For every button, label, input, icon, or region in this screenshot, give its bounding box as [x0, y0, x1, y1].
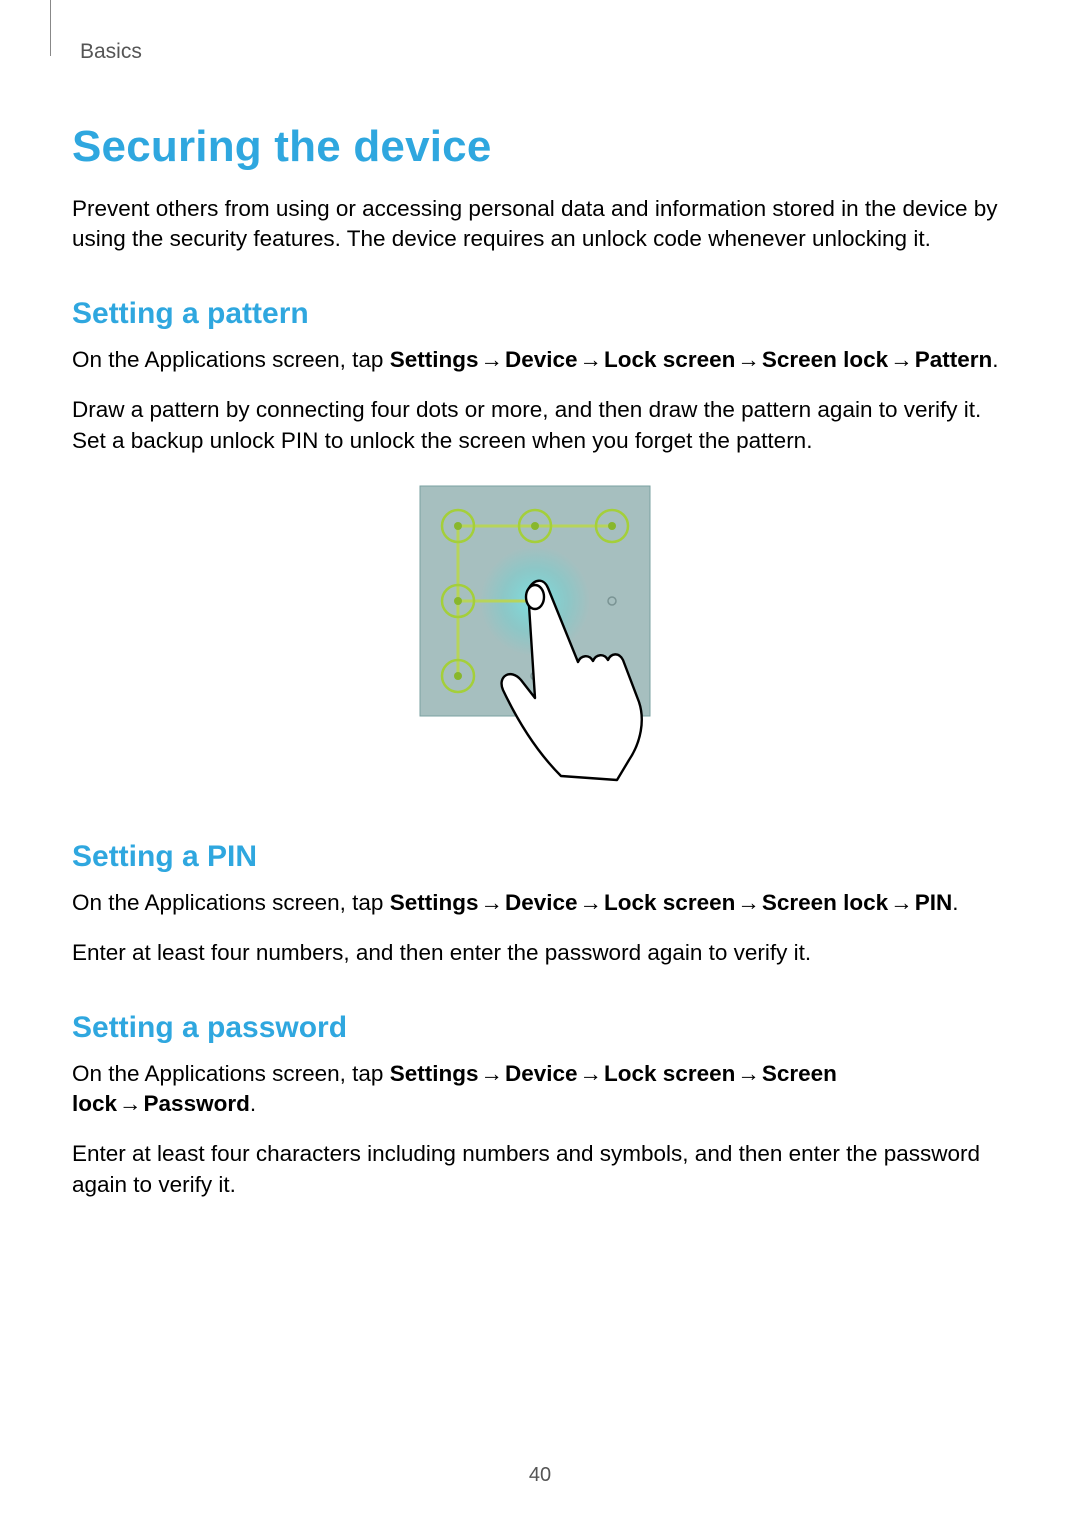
- arrow-icon: →: [478, 1061, 505, 1086]
- nav-lockscreen: Lock screen: [604, 347, 735, 372]
- arrow-icon: →: [735, 1061, 762, 1086]
- nav-screenlock: Screen lock: [762, 347, 888, 372]
- arrow-icon: →: [735, 890, 762, 915]
- pattern-illustration: [410, 478, 670, 798]
- nav-password: Password: [144, 1091, 250, 1116]
- pin-desc: Enter at least four numbers, and then en…: [72, 938, 1008, 968]
- pattern-figure: [72, 478, 1008, 798]
- arrow-icon: →: [578, 1061, 605, 1086]
- arrow-icon: →: [478, 890, 505, 915]
- nav-device: Device: [505, 890, 578, 915]
- nav-lockscreen: Lock screen: [604, 890, 735, 915]
- page-title: Securing the device: [72, 122, 1008, 172]
- period: .: [250, 1091, 256, 1116]
- intro-paragraph: Prevent others from using or accessing p…: [72, 194, 1008, 255]
- nav-settings: Settings: [390, 890, 479, 915]
- heading-password: Setting a password: [72, 1011, 1008, 1045]
- arrow-icon: →: [888, 347, 915, 372]
- text: On the Applications screen, tap: [72, 347, 390, 372]
- pin-nav-paragraph: On the Applications screen, tap Settings…: [72, 888, 1008, 918]
- nav-pattern: Pattern: [915, 347, 993, 372]
- nav-device: Device: [505, 347, 578, 372]
- pattern-desc: Draw a pattern by connecting four dots o…: [72, 395, 1008, 456]
- nav-settings: Settings: [390, 1061, 479, 1086]
- arrow-icon: →: [578, 347, 605, 372]
- password-nav-paragraph: On the Applications screen, tap Settings…: [72, 1059, 1008, 1120]
- nav-device: Device: [505, 1061, 578, 1086]
- section-label: Basics: [80, 40, 1008, 64]
- page: Basics Securing the device Prevent other…: [0, 0, 1080, 1527]
- arrow-icon: →: [478, 347, 505, 372]
- nav-lockscreen: Lock screen: [604, 1061, 735, 1086]
- arrow-icon: →: [735, 347, 762, 372]
- nav-settings: Settings: [390, 347, 479, 372]
- arrow-icon: →: [578, 890, 605, 915]
- text: On the Applications screen, tap: [72, 1061, 390, 1086]
- arrow-icon: →: [888, 890, 915, 915]
- header-rule: [50, 0, 51, 56]
- text: On the Applications screen, tap: [72, 890, 390, 915]
- period: .: [952, 890, 958, 915]
- page-number: 40: [0, 1464, 1080, 1487]
- arrow-icon: →: [117, 1091, 144, 1116]
- nav-screenlock: Screen lock: [762, 890, 888, 915]
- period: .: [992, 347, 998, 372]
- password-desc: Enter at least four characters including…: [72, 1139, 1008, 1200]
- heading-pattern: Setting a pattern: [72, 297, 1008, 331]
- nav-pin: PIN: [915, 890, 953, 915]
- pattern-nav-paragraph: On the Applications screen, tap Settings…: [72, 345, 1008, 375]
- heading-pin: Setting a PIN: [72, 840, 1008, 874]
